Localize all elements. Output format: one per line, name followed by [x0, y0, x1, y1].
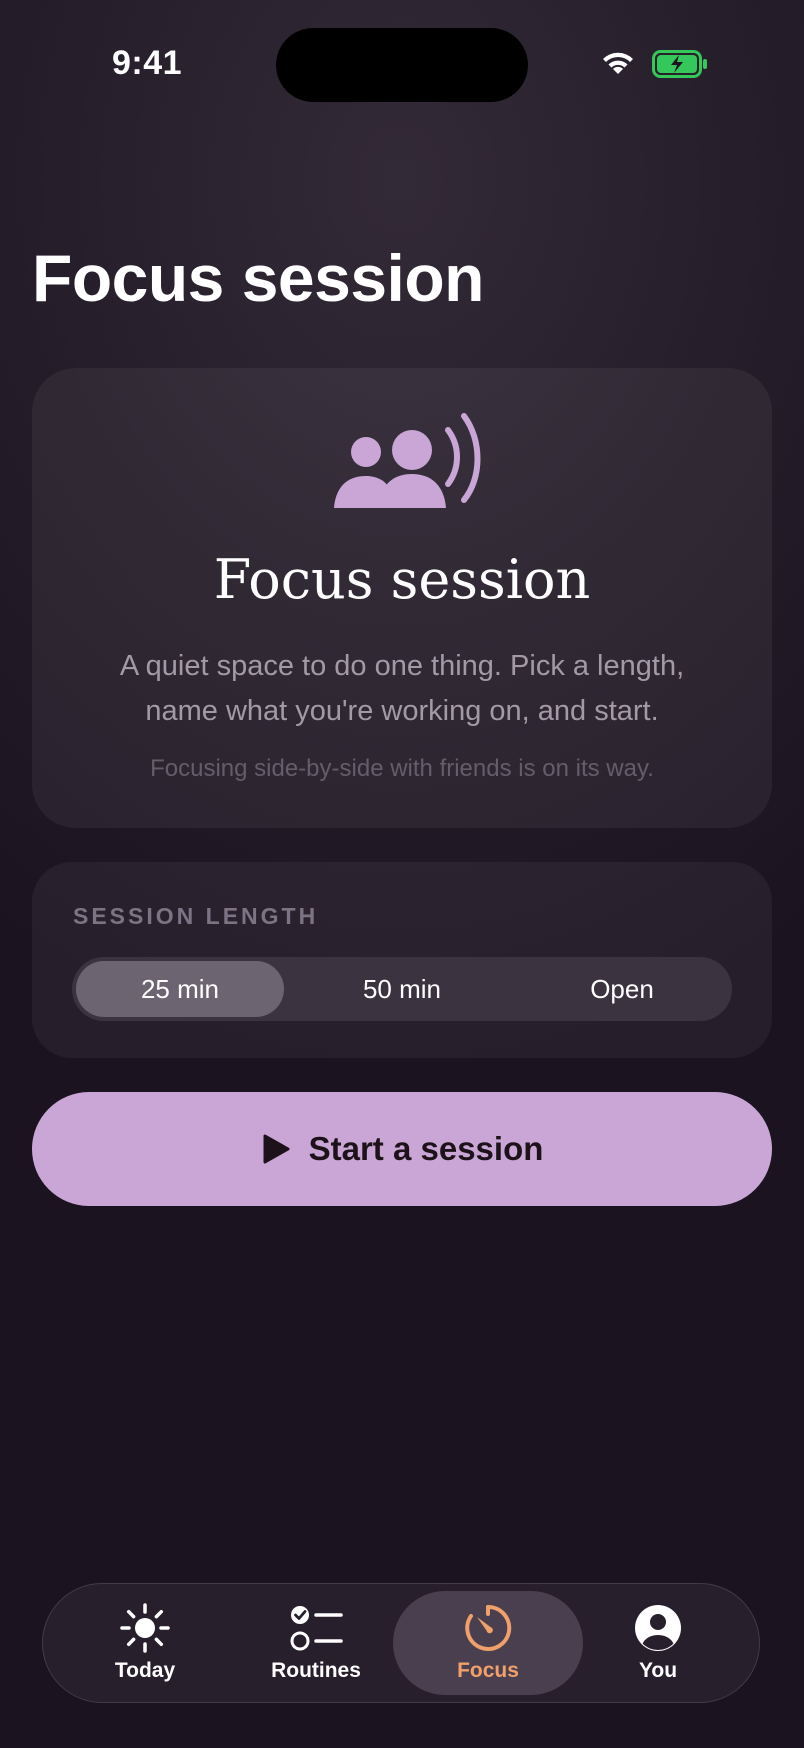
tab-routines[interactable]: Routines [228, 1591, 404, 1695]
start-session-button[interactable]: Start a session [32, 1092, 772, 1206]
session-length-label: SESSION LENGTH [73, 903, 319, 929]
wifi-icon [603, 52, 633, 74]
battery-icon [652, 50, 707, 78]
tab-you[interactable]: You [570, 1591, 746, 1695]
hero-title: Focus session [213, 548, 591, 611]
page-title: Focus session [32, 241, 485, 315]
play-icon [263, 1134, 290, 1164]
tab-routines-label: Routines [271, 1659, 361, 1682]
start-session-label: Start a session [308, 1130, 544, 1167]
timer-icon [465, 1604, 512, 1651]
status-time: 9:41 [112, 44, 183, 82]
checklist-icon [290, 1606, 343, 1651]
people-speaking-icon [334, 413, 481, 508]
hero-description: A quiet space to do one thing. Pick a le… [119, 650, 685, 727]
tab-focus[interactable]: Focus [393, 1591, 583, 1695]
hero-note: Focusing side-by-side with friends is on… [150, 755, 654, 782]
tab-today-label: Today [114, 1659, 176, 1682]
segment-open[interactable]: Open [516, 961, 728, 1017]
session-length-segmented-control: 25 min 50 min Open [72, 957, 732, 1021]
segment-25-min[interactable]: 25 min [76, 961, 284, 1017]
dynamic-island [276, 28, 528, 102]
sun-icon [120, 1603, 170, 1653]
person-circle-icon [635, 1605, 681, 1651]
tab-focus-label: Focus [457, 1659, 519, 1682]
segment-50-min[interactable]: 50 min [296, 961, 508, 1017]
tab-you-label: You [638, 1659, 678, 1682]
tab-today[interactable]: Today [57, 1591, 233, 1695]
